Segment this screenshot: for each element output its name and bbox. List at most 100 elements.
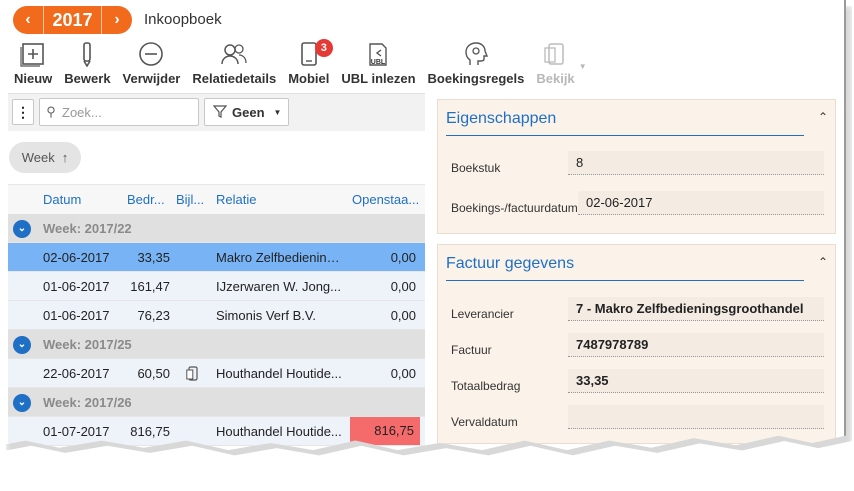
booking-rules-label: Boekingsregels	[427, 71, 525, 86]
table-row[interactable]: 02-06-2017 33,35 Makro Zelfbediening... …	[8, 243, 425, 272]
table-row[interactable]: 22-06-2017 60,50 Houthandel Houtide... 0…	[8, 359, 425, 388]
more-options-icon[interactable]: ⋮	[12, 99, 34, 125]
cell-bedrag: 816,75	[130, 424, 170, 439]
vervaldatum-field[interactable]	[568, 405, 824, 429]
column-header-datum[interactable]: Datum	[43, 192, 81, 207]
attachment-icon[interactable]	[186, 366, 216, 384]
collapse-icon[interactable]: ⌄	[13, 336, 31, 354]
field-datum: Boekings-/factuurdatum 02-06-2017	[438, 187, 835, 223]
view-button-label: Bekijk	[536, 71, 575, 86]
cell-relatie: Simonis Verf B.V.	[216, 308, 316, 323]
field-boekstuk: Boekstuk 8	[438, 147, 835, 183]
new-button[interactable]: Nieuw	[8, 40, 58, 90]
cell-datum: 01-06-2017	[43, 279, 110, 294]
field-leverancier: Leverancier 7 - Makro Zelfbedieningsgroo…	[438, 293, 835, 329]
field-vervaldatum: Vervaldatum	[438, 401, 835, 437]
search-input[interactable]	[62, 104, 192, 120]
view-button[interactable]: Bekijk ▼	[530, 40, 587, 90]
column-header-bijlage[interactable]: Bijl...	[176, 192, 204, 207]
invoice-details-title: Factuur gegevens	[446, 255, 575, 272]
cell-relatie: Houthandel Houtide...	[216, 366, 342, 381]
chevron-left-icon[interactable]: ‹	[13, 11, 43, 29]
gear-head-icon	[462, 40, 490, 68]
group-label: Week: 2017/26	[43, 395, 132, 410]
page-title: Inkoopboek	[144, 11, 222, 28]
search-bar: ⋮ ⚲ Geen ▼	[8, 93, 425, 131]
year-label[interactable]: 2017	[43, 6, 102, 34]
invoice-details-card: Factuur gegevens ⌃ Leverancier 7 - Makro…	[437, 244, 836, 444]
cell-relatie: Makro Zelfbediening...	[216, 250, 344, 265]
collapse-icon[interactable]: ⌄	[13, 220, 31, 238]
factuur-label: Factuur	[451, 343, 492, 357]
table-row[interactable]: 01-06-2017 76,23 Simonis Verf B.V. 0,00	[8, 301, 425, 330]
users-icon	[220, 40, 248, 68]
cell-datum: 01-07-2017	[43, 424, 110, 439]
mobile-badge: 3	[314, 39, 333, 57]
cell-bedrag: 60,50	[137, 366, 170, 381]
table-row[interactable]: 01-07-2017 816,75 Houthandel Houtide... …	[8, 417, 425, 446]
delete-button[interactable]: Verwijder	[117, 40, 187, 90]
boekstuk-field[interactable]: 8	[568, 151, 824, 175]
cell-datum: 02-06-2017	[43, 250, 110, 265]
properties-card: Eigenschappen ⌃ Boekstuk 8 Boekings-/fac…	[437, 99, 836, 234]
properties-title: Eigenschappen	[446, 110, 557, 127]
ubl-import-icon: UBL	[364, 40, 392, 68]
invoice-grid: Datum Bedr... Bijl... Relatie Openstaa..…	[8, 184, 425, 446]
relation-details-button[interactable]: Relatiedetails	[186, 40, 282, 90]
group-row[interactable]: ⌄ Week: 2017/22	[8, 214, 425, 243]
ubl-import-button[interactable]: UBL UBL inlezen	[335, 40, 421, 90]
mobile-button-label: Mobiel	[288, 71, 330, 86]
delete-button-label: Verwijder	[122, 71, 181, 86]
cell-relatie: IJzerwaren W. Jong...	[216, 279, 341, 294]
collapse-icon[interactable]: ⌄	[13, 394, 31, 412]
group-row[interactable]: ⌄ Week: 2017/26	[8, 388, 425, 417]
cell-openstaand: 0,00	[390, 308, 416, 323]
cell-bedrag: 33,35	[137, 250, 170, 265]
vervaldatum-label: Vervaldatum	[451, 415, 518, 429]
edit-button-label: Bewerk	[64, 71, 111, 86]
invoice-details-header[interactable]: Factuur gegevens ⌃	[446, 245, 828, 281]
totaalbedrag-label: Totaalbedrag	[451, 379, 521, 393]
properties-card-header[interactable]: Eigenschappen ⌃	[446, 100, 828, 136]
mobile-button[interactable]: 3 Mobiel	[282, 39, 335, 90]
column-header-openstaand[interactable]: Openstaa...	[352, 192, 419, 207]
cell-openstaand: 0,00	[390, 366, 416, 381]
group-by-label: Week	[21, 150, 55, 165]
column-header-bedrag[interactable]: Bedr...	[127, 192, 165, 207]
booking-rules-button[interactable]: Boekingsregels	[422, 40, 531, 90]
view-document-icon	[542, 40, 570, 68]
chevron-down-icon: ▼	[273, 107, 282, 117]
table-row[interactable]: 01-06-2017 161,47 IJzerwaren W. Jong... …	[8, 272, 425, 301]
filter-dropdown[interactable]: Geen ▼	[204, 98, 289, 126]
cell-bedrag: 76,23	[137, 308, 170, 323]
chevron-down-icon[interactable]: ▼	[579, 62, 587, 71]
factuur-field[interactable]: 7487978789	[568, 333, 824, 357]
group-label: Week: 2017/22	[43, 221, 132, 236]
leverancier-label: Leverancier	[451, 307, 514, 321]
search-box: ⚲	[39, 98, 199, 126]
leverancier-field[interactable]: 7 - Makro Zelfbedieningsgroothandel	[568, 297, 824, 321]
cell-openstaand: 816,75	[350, 417, 420, 445]
chevron-right-icon[interactable]: ›	[102, 11, 132, 29]
cell-datum: 22-06-2017	[43, 366, 110, 381]
group-by-chip[interactable]: Week ↑	[9, 142, 81, 173]
ubl-import-label: UBL inlezen	[341, 71, 416, 86]
relation-details-label: Relatiedetails	[192, 71, 277, 86]
arrow-up-icon: ↑	[61, 150, 69, 165]
field-factuur: Factuur 7487978789	[438, 329, 835, 365]
pencil-icon	[73, 40, 101, 68]
minus-circle-icon	[137, 40, 165, 68]
toolbar: Nieuw Bewerk Verwijder Relatiedetails 3	[8, 39, 587, 90]
column-header-relatie[interactable]: Relatie	[216, 192, 256, 207]
chevron-up-icon[interactable]: ⌃	[818, 110, 828, 124]
new-button-label: Nieuw	[14, 71, 53, 86]
group-row[interactable]: ⌄ Week: 2017/25	[8, 330, 425, 359]
datum-field[interactable]: 02-06-2017	[578, 191, 824, 215]
app-window: ‹ 2017 › Inkoopboek Nieuw Bewerk Verwijd…	[0, 0, 846, 451]
search-icon: ⚲	[46, 104, 56, 119]
cell-openstaand: 0,00	[390, 250, 416, 265]
chevron-up-icon[interactable]: ⌃	[818, 255, 828, 269]
edit-button[interactable]: Bewerk	[58, 40, 116, 90]
cell-datum: 01-06-2017	[43, 308, 110, 323]
totaalbedrag-field[interactable]: 33,35	[568, 369, 824, 393]
